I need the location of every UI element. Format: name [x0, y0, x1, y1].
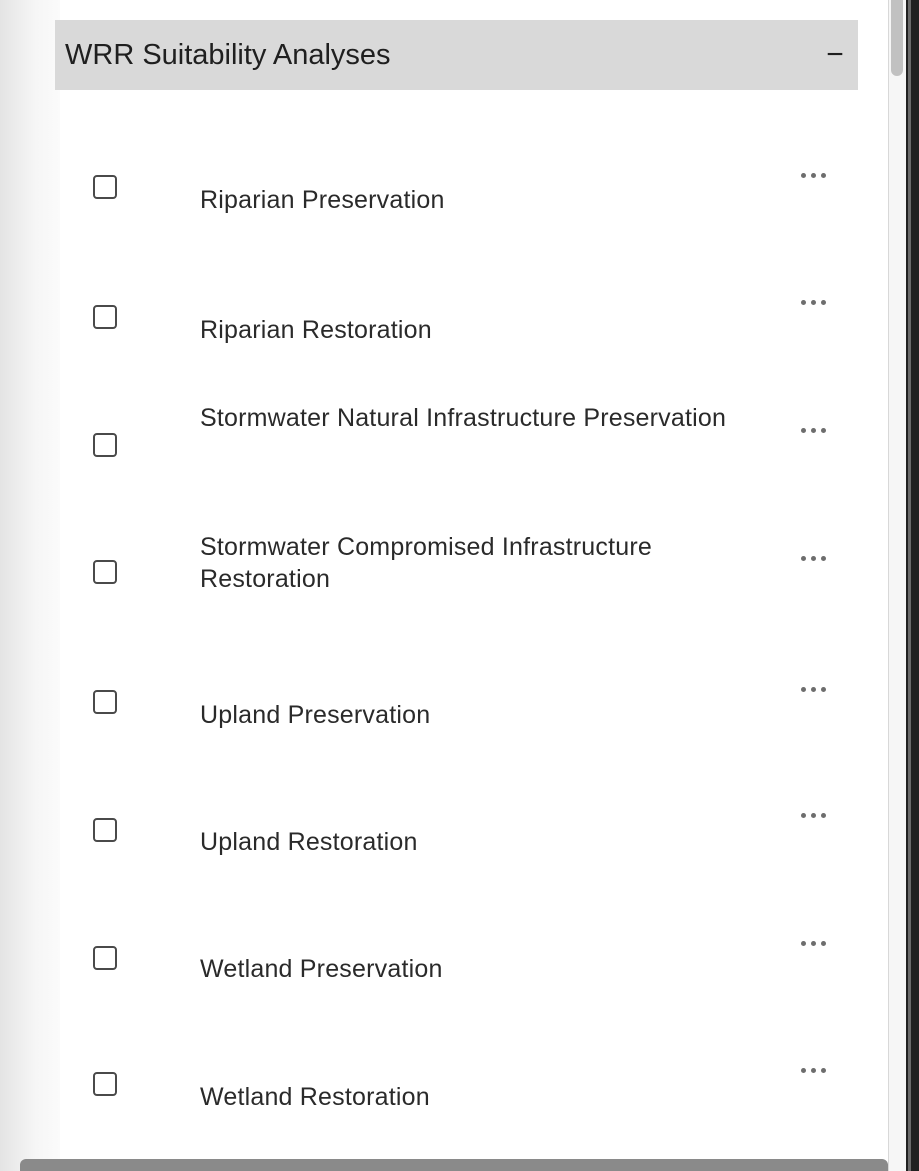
more-options-icon[interactable]: [791, 681, 835, 697]
more-options-icon[interactable]: [791, 550, 835, 566]
layer-checkbox[interactable]: [93, 818, 117, 842]
layer-label: Wetland Preservation: [200, 955, 443, 983]
layer-label: Wetland Restoration: [200, 1083, 430, 1111]
layer-label: Riparian Restoration: [200, 316, 432, 344]
layer-list-panel: WRR Suitability Analyses − Riparian Pres…: [0, 0, 888, 1171]
more-options-icon[interactable]: [791, 422, 835, 438]
minus-icon[interactable]: −: [822, 38, 848, 72]
window-edge-line: [908, 0, 911, 1171]
group-header[interactable]: WRR Suitability Analyses −: [55, 20, 858, 90]
more-options-icon[interactable]: [791, 167, 835, 183]
group-title: WRR Suitability Analyses: [65, 38, 391, 71]
layer-label: Upland Preservation: [200, 701, 431, 729]
more-options-icon[interactable]: [791, 807, 835, 823]
layer-checkbox[interactable]: [93, 305, 117, 329]
more-options-icon[interactable]: [791, 1062, 835, 1078]
panel-shade: [0, 0, 60, 1171]
vertical-scrollbar-thumb[interactable]: [891, 0, 903, 76]
layer-checkbox[interactable]: [93, 946, 117, 970]
layer-row-upland-restoration: Upland Restoration: [55, 796, 858, 896]
layer-checkbox[interactable]: [93, 433, 117, 457]
layer-checkbox[interactable]: [93, 560, 117, 584]
layer-checkbox[interactable]: [93, 175, 117, 199]
horizontal-scrollbar[interactable]: [20, 1159, 888, 1171]
layer-row-stormwater-compromised: Stormwater Compromised Infrastructure Re…: [55, 528, 858, 628]
layer-label: Upland Restoration: [200, 828, 418, 856]
layer-checkbox[interactable]: [93, 1072, 117, 1096]
layer-row-wetland-restoration: Wetland Restoration: [55, 1052, 858, 1152]
layer-row-riparian-restoration: Riparian Restoration: [55, 280, 858, 380]
layer-row-upland-preservation: Upland Preservation: [55, 668, 858, 768]
layer-label: Riparian Preservation: [200, 186, 445, 214]
layer-label: Stormwater Natural Infrastructure Preser…: [200, 404, 727, 432]
layer-label: Stormwater Compromised Infrastructure Re…: [200, 533, 652, 593]
layer-row-wetland-preservation: Wetland Preservation: [55, 924, 858, 1024]
layer-row-stormwater-natural: Stormwater Natural Infrastructure Preser…: [55, 400, 858, 500]
vertical-scrollbar-track[interactable]: [888, 0, 906, 1171]
more-options-icon[interactable]: [791, 294, 835, 310]
layer-row-riparian-preservation: Riparian Preservation: [55, 150, 858, 250]
more-options-icon[interactable]: [791, 935, 835, 951]
layer-checkbox[interactable]: [93, 690, 117, 714]
